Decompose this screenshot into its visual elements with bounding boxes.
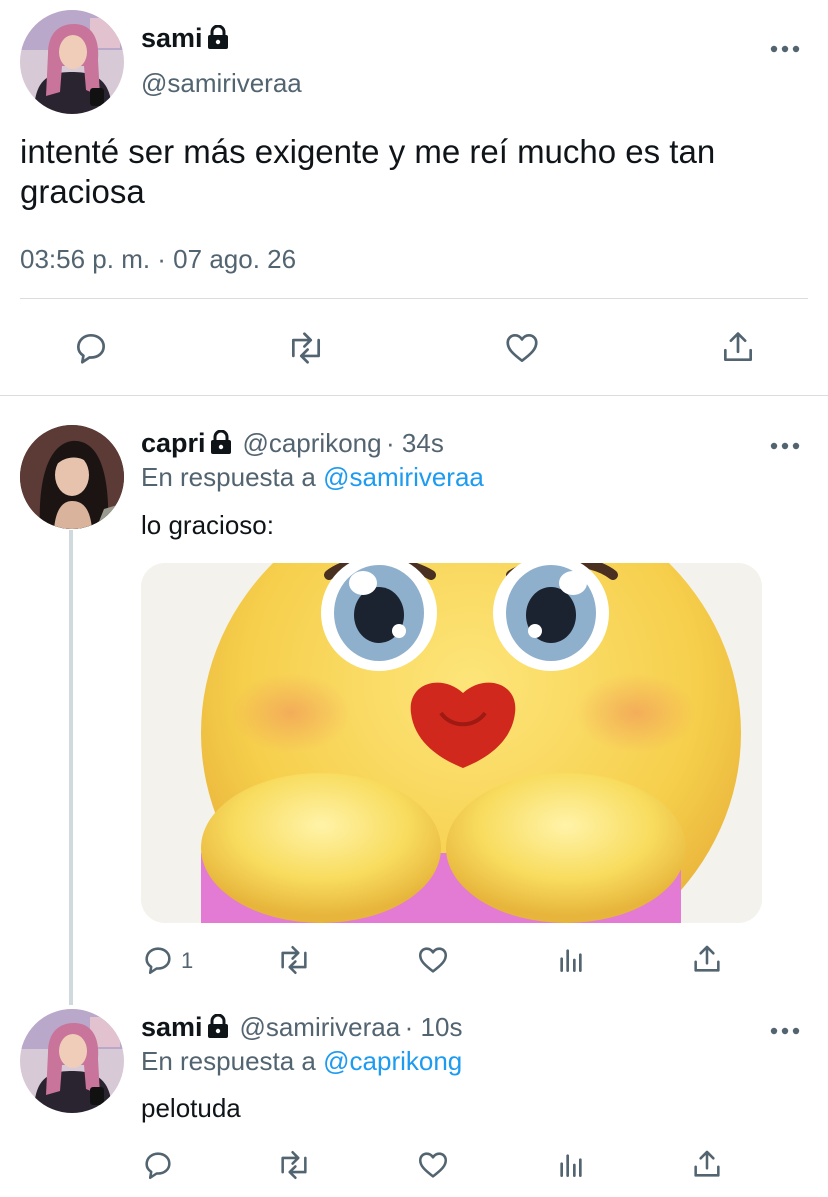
more-icon[interactable] xyxy=(770,1022,800,1035)
replying-to-link[interactable]: @samiriveraa xyxy=(323,462,484,492)
lock-icon xyxy=(210,429,232,459)
lock-icon xyxy=(207,1013,229,1043)
replying-to-link[interactable]: @caprikong xyxy=(323,1046,462,1076)
divider xyxy=(0,395,828,396)
analytics-icon[interactable] xyxy=(555,943,587,977)
tweet-time[interactable]: · 34s xyxy=(386,428,444,458)
replying-to-label: En respuesta a xyxy=(141,462,316,492)
tweet-text: pelotuda xyxy=(141,1093,241,1123)
more-icon[interactable] xyxy=(770,437,800,450)
avatar[interactable] xyxy=(20,425,124,529)
tweet-time[interactable]: · 10s xyxy=(405,1012,463,1042)
handle[interactable]: @samiriveraa xyxy=(239,1012,400,1042)
share-icon[interactable] xyxy=(690,942,724,976)
avatar[interactable] xyxy=(20,10,124,114)
reply-icon[interactable] xyxy=(141,943,175,977)
display-name[interactable]: capri xyxy=(141,428,206,458)
share-icon[interactable] xyxy=(719,328,757,366)
reply-icon[interactable] xyxy=(141,1148,175,1182)
display-name[interactable]: sami xyxy=(141,1012,203,1042)
retweet-icon[interactable] xyxy=(275,1148,313,1182)
analytics-icon[interactable] xyxy=(555,1148,587,1182)
retweet-icon[interactable] xyxy=(275,943,313,977)
tweet-text: lo gracioso: xyxy=(141,510,274,540)
handle[interactable]: @samiriveraa xyxy=(141,68,302,99)
lock-icon xyxy=(207,24,229,54)
like-icon[interactable] xyxy=(415,943,451,977)
more-icon[interactable] xyxy=(770,40,800,53)
tweet-image[interactable] xyxy=(141,563,762,923)
replying-to-label: En respuesta a xyxy=(141,1046,316,1076)
handle[interactable]: @caprikong xyxy=(242,428,381,458)
like-icon[interactable] xyxy=(502,329,542,367)
share-icon[interactable] xyxy=(690,1147,724,1181)
reply-icon[interactable] xyxy=(72,329,110,367)
avatar[interactable] xyxy=(20,1009,124,1113)
thread-line xyxy=(69,530,73,1005)
display-name[interactable]: sami xyxy=(141,23,203,53)
divider xyxy=(20,298,808,299)
reply-count: 1 xyxy=(181,948,194,973)
tweet-text: intenté ser más exigente y me reí mucho … xyxy=(20,133,716,210)
timestamp[interactable]: 03:56 p. m. · 07 ago. 26 xyxy=(20,244,296,275)
like-icon[interactable] xyxy=(415,1148,451,1182)
retweet-icon[interactable] xyxy=(285,329,327,367)
